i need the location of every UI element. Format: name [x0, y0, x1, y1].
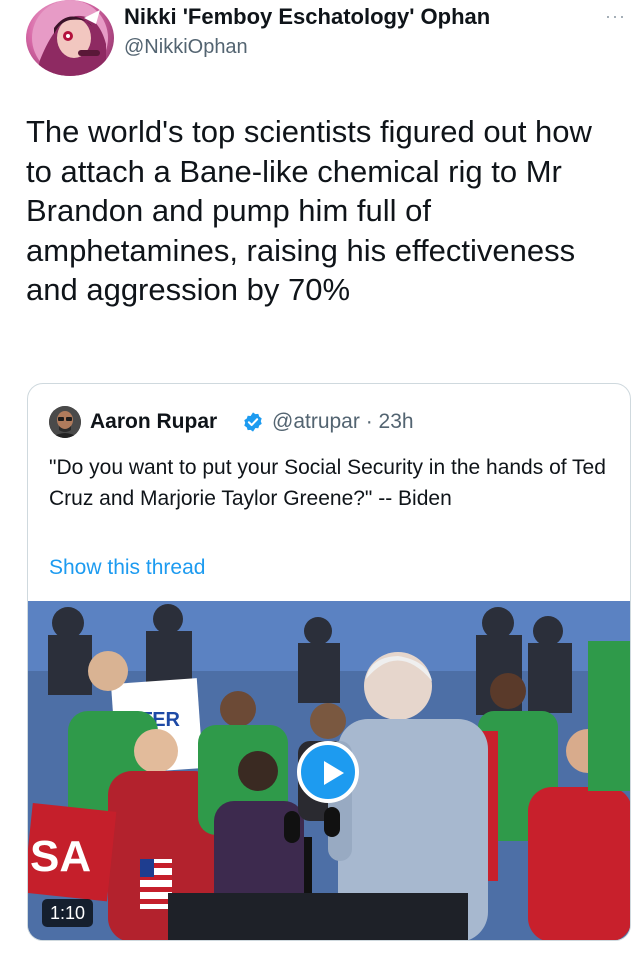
quoted-avatar-illustration — [49, 406, 81, 438]
quoted-tweet-text: "Do you want to put your Social Security… — [49, 456, 606, 510]
play-button[interactable] — [297, 741, 359, 803]
quoted-author-avatar[interactable] — [49, 406, 81, 438]
tweet-header: Nikki 'Femboy Eschatology' Ophan @NikkiO… — [26, 0, 626, 82]
tweet-text: The world's top scientists figured out h… — [26, 114, 592, 307]
more-options-icon[interactable]: ··· — [605, 6, 626, 27]
author-name[interactable]: Nikki 'Femboy Eschatology' Ophan — [124, 4, 490, 30]
show-thread-link[interactable]: Show this thread — [49, 556, 205, 580]
sign-text-2: SA — [30, 832, 91, 881]
author-handle[interactable]: @NikkiOphan — [124, 36, 248, 59]
author-avatar[interactable] — [26, 0, 114, 76]
quoted-handle-time: @atrupar · 23h — [272, 410, 414, 433]
play-icon — [324, 761, 344, 785]
video-duration: 1:10 — [42, 899, 94, 927]
avatar-illustration — [32, 0, 108, 76]
video-player[interactable]: TER SA 1:10 — [28, 601, 630, 940]
quoted-tweet[interactable]: Aaron Rupar @atrupar · 23h "Do you want … — [27, 383, 631, 941]
quoted-author-name[interactable]: Aaron Rupar — [90, 410, 217, 434]
verified-badge-icon — [244, 412, 262, 432]
